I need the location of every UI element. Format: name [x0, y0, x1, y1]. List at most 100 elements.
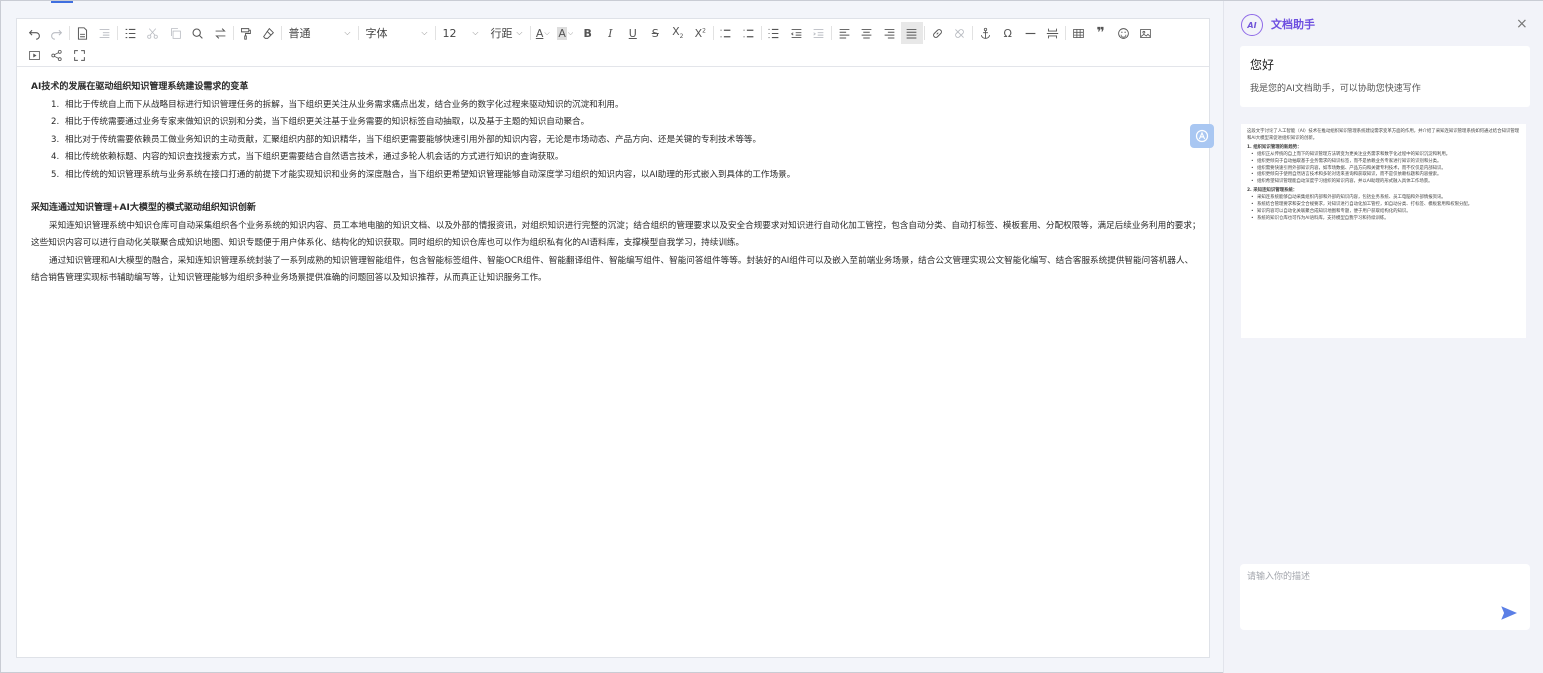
- blockquote-icon[interactable]: ❞: [1090, 22, 1113, 44]
- ai-assistant-float-button[interactable]: [1190, 124, 1214, 148]
- list-item: 相比于传统自上而下从战略目标进行知识管理任务的拆解，当下组织更关注从业务需求痛点…: [51, 97, 624, 114]
- paragraph: 采知连知识管理系统中知识仓库可自动采集组织各个业务系统的知识内容、员工本地电脑的…: [31, 220, 1201, 249]
- italic-icon[interactable]: I: [599, 22, 622, 44]
- toolbar-divider: [434, 26, 436, 40]
- align-right-icon[interactable]: [878, 22, 901, 44]
- summary-item: 知识内容可以自动化关联聚合成知识地图和专题，便于用户获取结构化的知识。: [1251, 209, 1520, 216]
- paragraph-style-select[interactable]: 普通 ⌵: [283, 22, 357, 44]
- toolbar-divider: [831, 26, 832, 40]
- emoji-icon[interactable]: [1112, 22, 1135, 44]
- strikethrough-icon[interactable]: S: [644, 22, 667, 44]
- assistant-title: 文档助手: [1271, 18, 1315, 31]
- underline-icon[interactable]: U: [622, 22, 645, 44]
- outdent-icon[interactable]: [785, 22, 808, 44]
- search-icon[interactable]: [187, 22, 210, 44]
- bold-icon[interactable]: B: [577, 22, 600, 44]
- active-tab-indicator: [51, 1, 73, 3]
- summary-item: 系统的知识仓库也可作为AI语料库，支持模型自我学习和持续训练。: [1251, 216, 1520, 223]
- assistant-panel: AI 文档助手 × 您好 我是您的AI文档助手，可以协助您快速写作 这段文字讨论…: [1223, 1, 1543, 673]
- summary-item: 组织正从传统的自上而下的知识管理方法转变为更关注业务需求和数字化过程中的知识沉淀…: [1251, 152, 1520, 159]
- table-icon[interactable]: [1067, 22, 1090, 44]
- select-all-icon[interactable]: [119, 22, 142, 44]
- highlight-color-icon[interactable]: A ⌵: [554, 22, 577, 44]
- list-item: 相比于传统需要通过业务专家来做知识的识别和分类，当下组织更关注基于业务需要的知识…: [51, 114, 590, 131]
- font-size-value: 12: [442, 26, 457, 40]
- ordered-list-icon[interactable]: [763, 22, 786, 44]
- section-heading: AI技术的发展在驱动组织知识管理系统建设需求的变革: [31, 82, 249, 92]
- assistant-logo: AI: [1241, 14, 1263, 36]
- chevron-down-icon: ⌵: [472, 28, 479, 37]
- summary-item: 组织希望知识管理能自动深度学习组织的知识内容，并以AI助理的形式融入具体工作场景…: [1251, 179, 1520, 186]
- new-document-icon[interactable]: [71, 22, 94, 44]
- document-body[interactable]: AI技术的发展在驱动组织知识管理系统建设需求的变革 相比于传统自上而下从战略目标…: [31, 79, 1201, 288]
- toolbar-divider: [972, 26, 973, 40]
- paragraph-style-value: 普通: [288, 27, 311, 40]
- special-character-icon[interactable]: Ω: [997, 22, 1020, 44]
- toolbar-divider: [924, 26, 925, 40]
- link-icon[interactable]: [926, 22, 949, 44]
- unlink-icon[interactable]: [949, 22, 972, 44]
- toolbar-divider: [280, 26, 282, 40]
- summary-heading: 1. 组织知识管理的新趋势：: [1247, 144, 1302, 150]
- fullscreen-icon[interactable]: [68, 44, 91, 66]
- toolbar-row-1: 普通 ⌵ 字体 ⌵ 12 ⌵ 行距 ⌵ A ⌵ A ⌵ B I U S X2 X2: [23, 22, 1157, 44]
- anchor-icon[interactable]: [974, 22, 997, 44]
- numbered-list: 相比于传统自上而下从战略目标进行知识管理任务的拆解，当下组织更关注从业务需求痛点…: [51, 97, 1201, 185]
- align-center-icon[interactable]: [856, 22, 879, 44]
- toolbar-divider: [357, 26, 359, 40]
- line-height-value: 行距: [490, 27, 513, 40]
- toolbar-divider: [232, 26, 234, 40]
- align-left-icon[interactable]: [833, 22, 856, 44]
- paragraph: 通过知识管理和AI大模型的融合，采知连知识管理系统封装了一系列成熟的知识管理智能…: [31, 255, 1194, 284]
- greeting-title: 您好: [1250, 58, 1275, 72]
- list-item: 相比传统的知识管理系统与业务系统在接口打通的前提下才能实现知识和业务的深度融合，…: [51, 167, 796, 184]
- chevron-down-icon: ⌵: [421, 28, 428, 37]
- toolbar-divider: [69, 26, 70, 40]
- rich-text-editor: 普通 ⌵ 字体 ⌵ 12 ⌵ 行距 ⌵ A ⌵ A ⌵ B I U S X2 X2: [16, 18, 1210, 658]
- format-painter-icon[interactable]: [235, 22, 258, 44]
- font-family-select[interactable]: 字体 ⌵: [360, 22, 434, 44]
- font-family-value: 字体: [365, 27, 388, 40]
- subscript-icon[interactable]: X2: [667, 22, 690, 44]
- toolbar-divider: [712, 26, 714, 40]
- send-button[interactable]: [1500, 604, 1518, 622]
- format-indent-icon[interactable]: [94, 22, 117, 44]
- copy-icon[interactable]: [164, 22, 187, 44]
- greeting-subtitle: 我是您的AI文档助手，可以协助您快速写作: [1250, 84, 1421, 94]
- summary-item: 组织更倾向于自动抽取基于业务需求的知识标签，而不是依赖业务专家进行知识的识别和分…: [1251, 159, 1520, 166]
- bullet-list-icon[interactable]: [715, 22, 738, 44]
- summary-list: 采知连系统能够自动采集组织内部和外部的知识内容，包括业务系统、员工电脑和外部情报…: [1251, 195, 1520, 223]
- font-color-icon[interactable]: A ⌵: [532, 22, 555, 44]
- summary-response: 这段文字讨论了人工智能（AI）技术在推动组织知识管理系统建设需求变革方面的作用，…: [1241, 124, 1526, 338]
- video-icon[interactable]: [23, 44, 46, 66]
- clear-format-icon[interactable]: [257, 22, 280, 44]
- summary-intro: 这段文字讨论了人工智能（AI）技术在推动组织知识管理系统建设需求变革方面的作用，…: [1247, 129, 1520, 141]
- image-icon[interactable]: [1135, 22, 1158, 44]
- app-window: 普通 ⌵ 字体 ⌵ 12 ⌵ 行距 ⌵ A ⌵ A ⌵ B I U S X2 X2: [0, 0, 1543, 673]
- undo-icon[interactable]: [23, 22, 46, 44]
- send-icon: [1501, 606, 1517, 620]
- align-justify-icon[interactable]: [900, 22, 923, 44]
- chevron-down-icon: ⌵: [344, 28, 351, 37]
- prompt-input-box: [1240, 564, 1530, 630]
- task-list-icon[interactable]: [737, 22, 760, 44]
- toolbar-divider: [117, 26, 118, 40]
- close-icon[interactable]: ×: [1516, 17, 1528, 31]
- redo-icon[interactable]: [46, 22, 69, 44]
- chevron-down-icon: ⌵: [516, 28, 523, 37]
- toolbar-row-2: [23, 44, 91, 66]
- font-size-select[interactable]: 12 ⌵: [437, 22, 485, 44]
- page-break-icon[interactable]: [1042, 22, 1065, 44]
- share-icon[interactable]: [46, 44, 69, 66]
- line-height-select[interactable]: 行距 ⌵: [485, 22, 529, 44]
- replace-icon[interactable]: [209, 22, 232, 44]
- greeting-card: 您好 我是您的AI文档助手，可以协助您快速写作: [1240, 46, 1530, 107]
- cut-icon[interactable]: [142, 22, 165, 44]
- prompt-input[interactable]: [1247, 569, 1487, 609]
- superscript-icon[interactable]: X2: [689, 22, 712, 44]
- horizontal-rule-icon[interactable]: [1019, 22, 1042, 44]
- summary-list: 组织正从传统的自上而下的知识管理方法转变为更关注业务需求和数字化过程中的知识沉淀…: [1251, 152, 1520, 187]
- list-item: 相比传统依赖标题、内容的知识查找搜索方式，当下组织更需要结合自然语言技术，通过多…: [51, 149, 564, 166]
- indent-icon[interactable]: [808, 22, 831, 44]
